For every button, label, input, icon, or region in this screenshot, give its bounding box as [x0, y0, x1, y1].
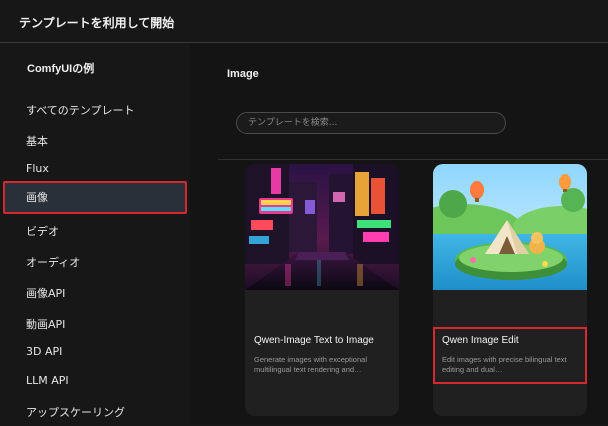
sidebar-item-label: Flux [26, 162, 49, 175]
sidebar-item-label: 基本 [26, 135, 48, 148]
sidebar-heading: ComfyUIの例 [27, 63, 95, 75]
card-title: Qwen-Image Text to Image [254, 335, 374, 346]
template-card-qwen-image-text-to-image[interactable]: Qwen-Image Text to Image Generate images… [245, 164, 399, 416]
sidebar-item-label: 画像 [26, 191, 48, 204]
sidebar-item-label: オーディオ [26, 256, 81, 269]
card-title: Qwen Image Edit [442, 335, 519, 346]
sidebar-item-all-templates[interactable]: すべてのテンプレート [3, 94, 187, 124]
sidebar-item-audio[interactable]: オーディオ [3, 246, 187, 276]
template-card-qwen-image-edit[interactable]: Qwen Image Edit Edit images with precise… [433, 164, 587, 416]
sidebar-item-label: ビデオ [26, 225, 59, 238]
camping-island-image [433, 164, 587, 290]
dialog-title: テンプレートを利用して開始 [19, 16, 175, 30]
divider [218, 159, 608, 160]
category-sidebar: ComfyUIの例 すべてのテンプレート 基本 Flux 画像 ビデオ オーディ… [0, 44, 190, 424]
sidebar-item-image[interactable]: 画像 [3, 181, 187, 214]
sidebar-item-label: すべてのテンプレート [26, 104, 135, 117]
template-search-input[interactable] [237, 113, 505, 133]
sidebar-item-label: 画像API [26, 287, 66, 300]
sidebar-item-basics[interactable]: 基本 [3, 125, 187, 155]
dialog-header: テンプレートを利用して開始 [0, 0, 608, 43]
template-main-panel: Image テンプレートを検索... Qwen-Image Text to Im… [190, 44, 608, 424]
card-description: Generate images with exceptional multili… [254, 355, 367, 374]
sidebar-item-video-api[interactable]: 動画API [3, 308, 187, 338]
sidebar-item-label: 3D API [26, 345, 63, 358]
sidebar-item-llm-api[interactable]: LLM API [3, 366, 187, 396]
sidebar-item-image-api[interactable]: 画像API [3, 277, 187, 307]
template-search-box [236, 112, 506, 134]
sidebar-item-3d-api[interactable]: 3D API [3, 337, 187, 367]
sidebar-item-flux[interactable]: Flux [3, 154, 187, 184]
neon-street-image [245, 164, 399, 290]
sidebar-item-video[interactable]: ビデオ [3, 215, 187, 245]
sidebar-item-upscaling[interactable]: アップスケーリング [3, 396, 187, 426]
sidebar-item-label: LLM API [26, 374, 69, 387]
sidebar-item-label: 動画API [26, 318, 66, 331]
category-heading: Image [227, 68, 259, 80]
card-description: Edit images with precise bilingual text … [442, 355, 567, 374]
sidebar-item-label: アップスケーリング [26, 406, 125, 419]
